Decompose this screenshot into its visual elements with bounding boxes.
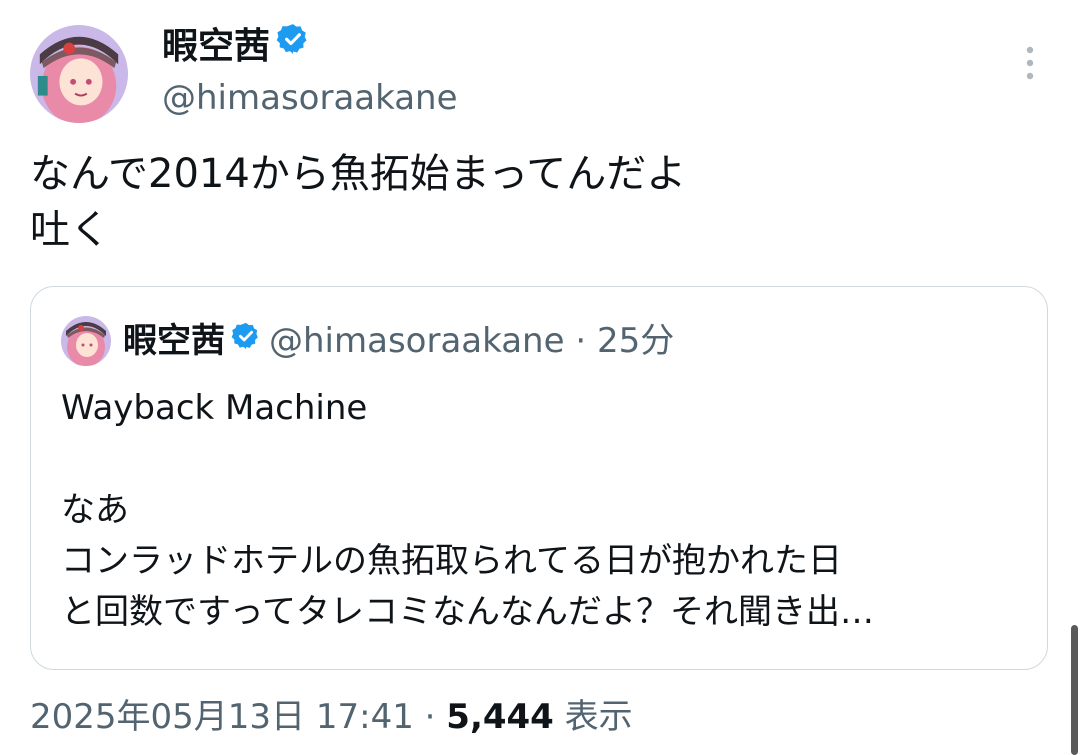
quoted-author-handle: @himasoraakane (269, 321, 565, 361)
author-avatar[interactable] (30, 25, 128, 123)
avatar-image (61, 316, 111, 366)
scrollbar-thumb[interactable] (1071, 625, 1078, 755)
quoted-author-avatar (61, 316, 111, 366)
quoted-text-line: Wayback Machine (61, 388, 368, 428)
quoted-text-line: なあ (61, 490, 129, 530)
views-count: 5,444 (446, 697, 554, 737)
quoted-tweet-card[interactable]: 暇空茜 @himasoraakane · 25分 Wayback Machine … (30, 286, 1048, 670)
author-display-name[interactable]: 暇空茜 (162, 24, 310, 70)
quoted-tweet-text: Wayback Machine なあ コンラッドホテルの魚拓取られてる日が抱かれ… (61, 383, 1021, 638)
quoted-tweet-header: 暇空茜 @himasoraakane · 25分 (123, 317, 674, 365)
tweet-meta: 2025年05月13日 17:41 · 5,444 表示 (30, 694, 633, 740)
verified-badge-icon (231, 316, 261, 364)
author-name-text: 暇空茜 (162, 26, 271, 67)
more-options-button[interactable] (1010, 40, 1050, 86)
verified-badge-icon (276, 22, 310, 68)
views-label: 表示 (564, 697, 633, 737)
quoted-text-line: と回数ですってタレコミなんなんだよ？それ聞き出… (61, 592, 874, 632)
quoted-author-name: 暇空茜 (123, 321, 225, 361)
author-handle[interactable]: @himasoraakane (162, 76, 458, 120)
meta-separator: · (424, 697, 436, 737)
tweet-text: なんで2014から魚拓始まってんだよ 吐く (30, 151, 687, 253)
more-vertical-icon (1026, 46, 1034, 80)
quoted-text-line: コンラッドホテルの魚拓取られてる日が抱かれた日 (61, 541, 842, 581)
tweet-date[interactable]: 2025年05月13日 17:41 (30, 697, 414, 737)
quoted-timestamp: 25分 (596, 321, 675, 361)
quoted-separator: · (575, 321, 587, 361)
avatar-image (30, 25, 128, 123)
quoted-text-line (61, 434, 1021, 485)
